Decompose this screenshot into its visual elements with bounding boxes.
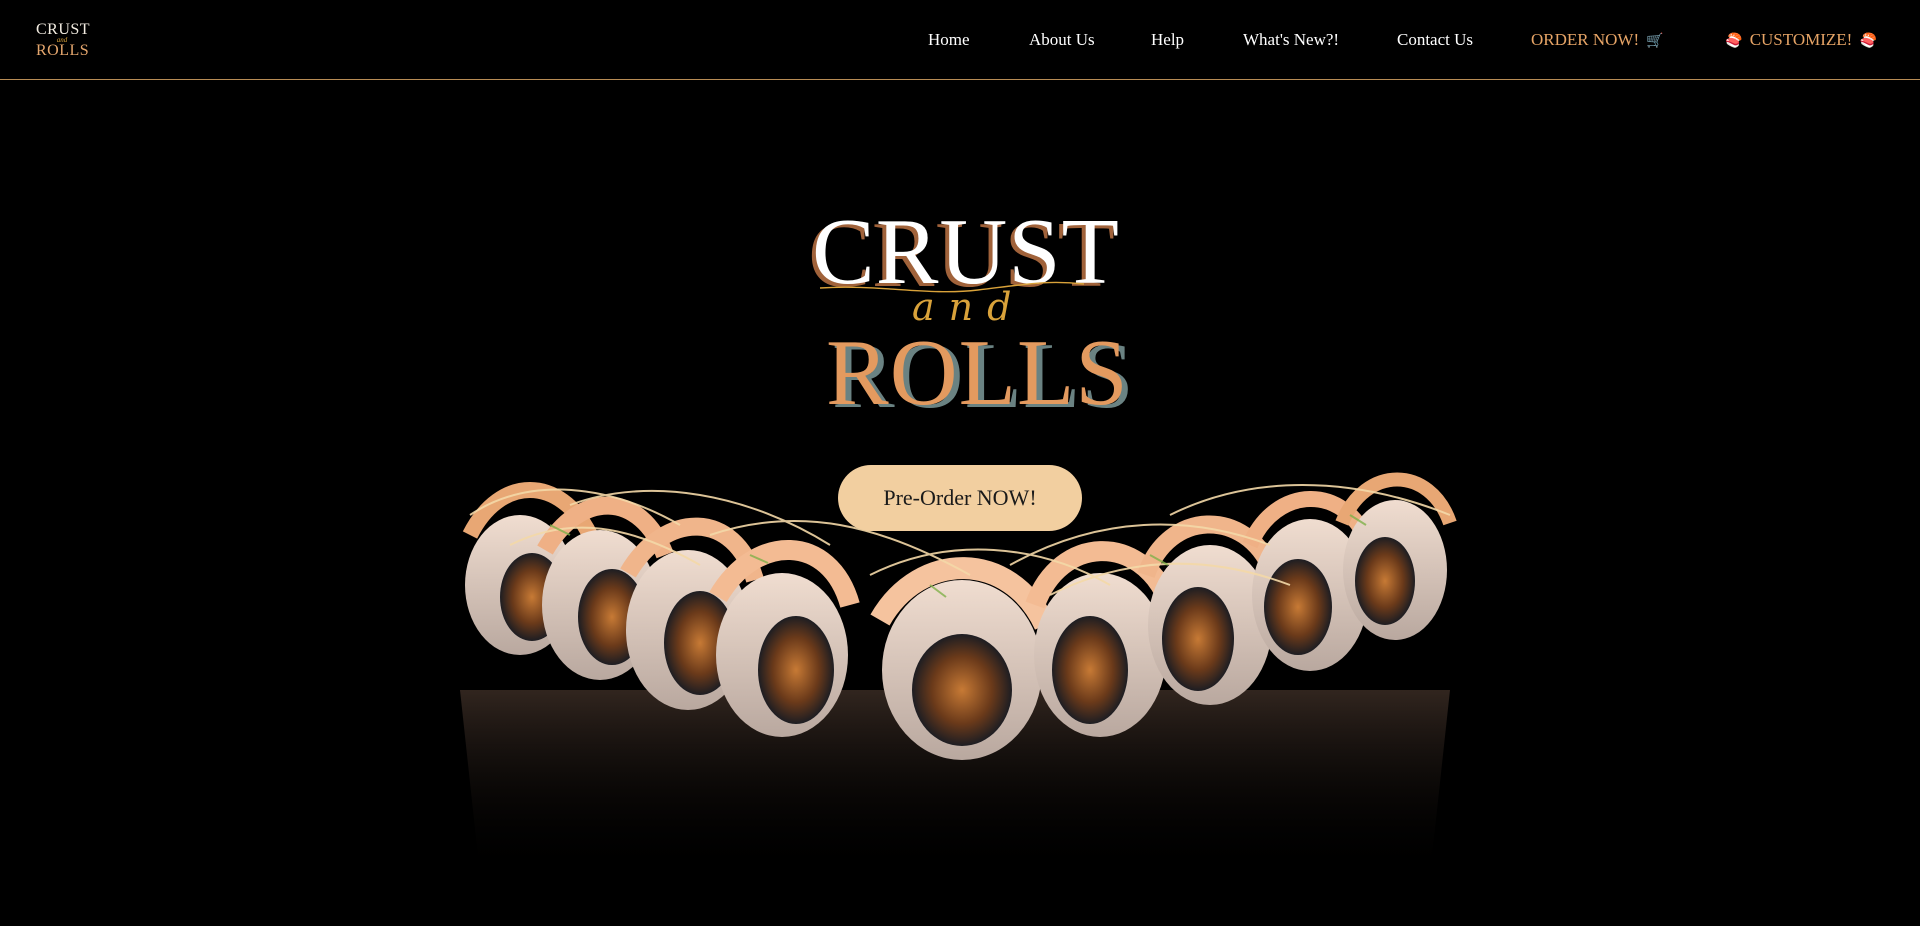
sushi-icon: 🍣 <box>1725 34 1743 49</box>
cart-icon: 🛒 <box>1646 34 1664 49</box>
nav-link-contact-us[interactable]: Contact Us <box>1397 30 1473 50</box>
nav-link-home[interactable]: Home <box>928 30 970 50</box>
preorder-button[interactable]: Pre-Order NOW! <box>838 465 1082 531</box>
nav-link-order-now[interactable]: ORDER NOW! 🛒 <box>1531 30 1667 50</box>
nav-link-customize[interactable]: 🍣 CUSTOMIZE! 🍣 <box>1722 30 1880 50</box>
nav-link-about-us[interactable]: About Us <box>1029 30 1095 50</box>
top-navbar: CRUST and ROLLS Home About Us Help What'… <box>0 0 1920 80</box>
nav-link-help[interactable]: Help <box>1151 30 1184 50</box>
hero-title-rolls: ROLLS <box>826 321 1129 425</box>
customize-label: CUSTOMIZE! <box>1749 30 1853 49</box>
sushi-icon: 🍣 <box>1859 34 1878 49</box>
logo-text-rolls: ROLLS <box>36 42 90 59</box>
nav-link-whats-new[interactable]: What's New?! <box>1243 30 1339 50</box>
order-now-label: ORDER NOW! <box>1531 30 1640 49</box>
site-logo[interactable]: CRUST and ROLLS <box>36 22 90 60</box>
